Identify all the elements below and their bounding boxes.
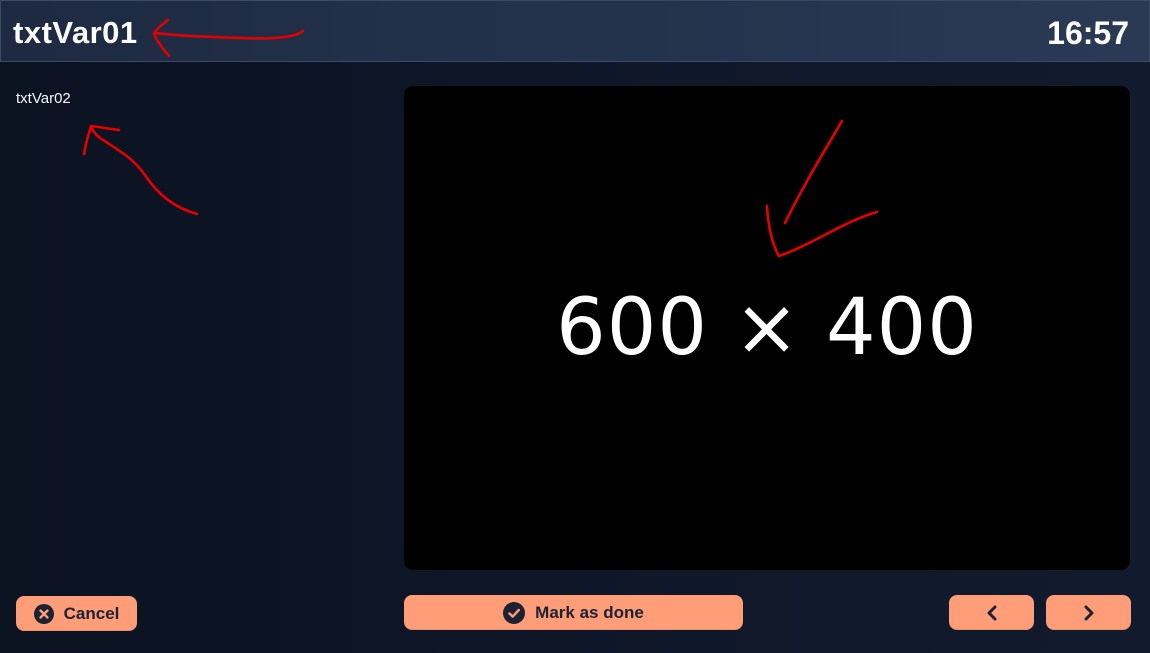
annotation-arrow-subtitle: [82, 124, 199, 216]
chevron-left-icon: [987, 605, 996, 620]
media-placeholder: 600 × 400: [404, 86, 1130, 570]
cancel-label: Cancel: [63, 603, 120, 623]
mark-as-done-button[interactable]: Mark as done: [404, 595, 743, 630]
close-circle-icon: [33, 603, 54, 624]
next-button[interactable]: [1046, 595, 1131, 630]
chevron-right-icon: [1084, 605, 1093, 620]
clock: 16:57: [1047, 15, 1129, 51]
cancel-button[interactable]: Cancel: [16, 596, 137, 631]
check-circle-icon: [503, 601, 526, 624]
subtitle-text: txtVar02: [16, 90, 71, 107]
page-title: txtVar01: [13, 15, 138, 50]
placeholder-dimensions-text: 600 × 400: [556, 283, 978, 373]
top-bar: txtVar01 16:57: [0, 0, 1150, 62]
mark-as-done-label: Mark as done: [535, 602, 644, 622]
previous-button[interactable]: [949, 595, 1034, 630]
